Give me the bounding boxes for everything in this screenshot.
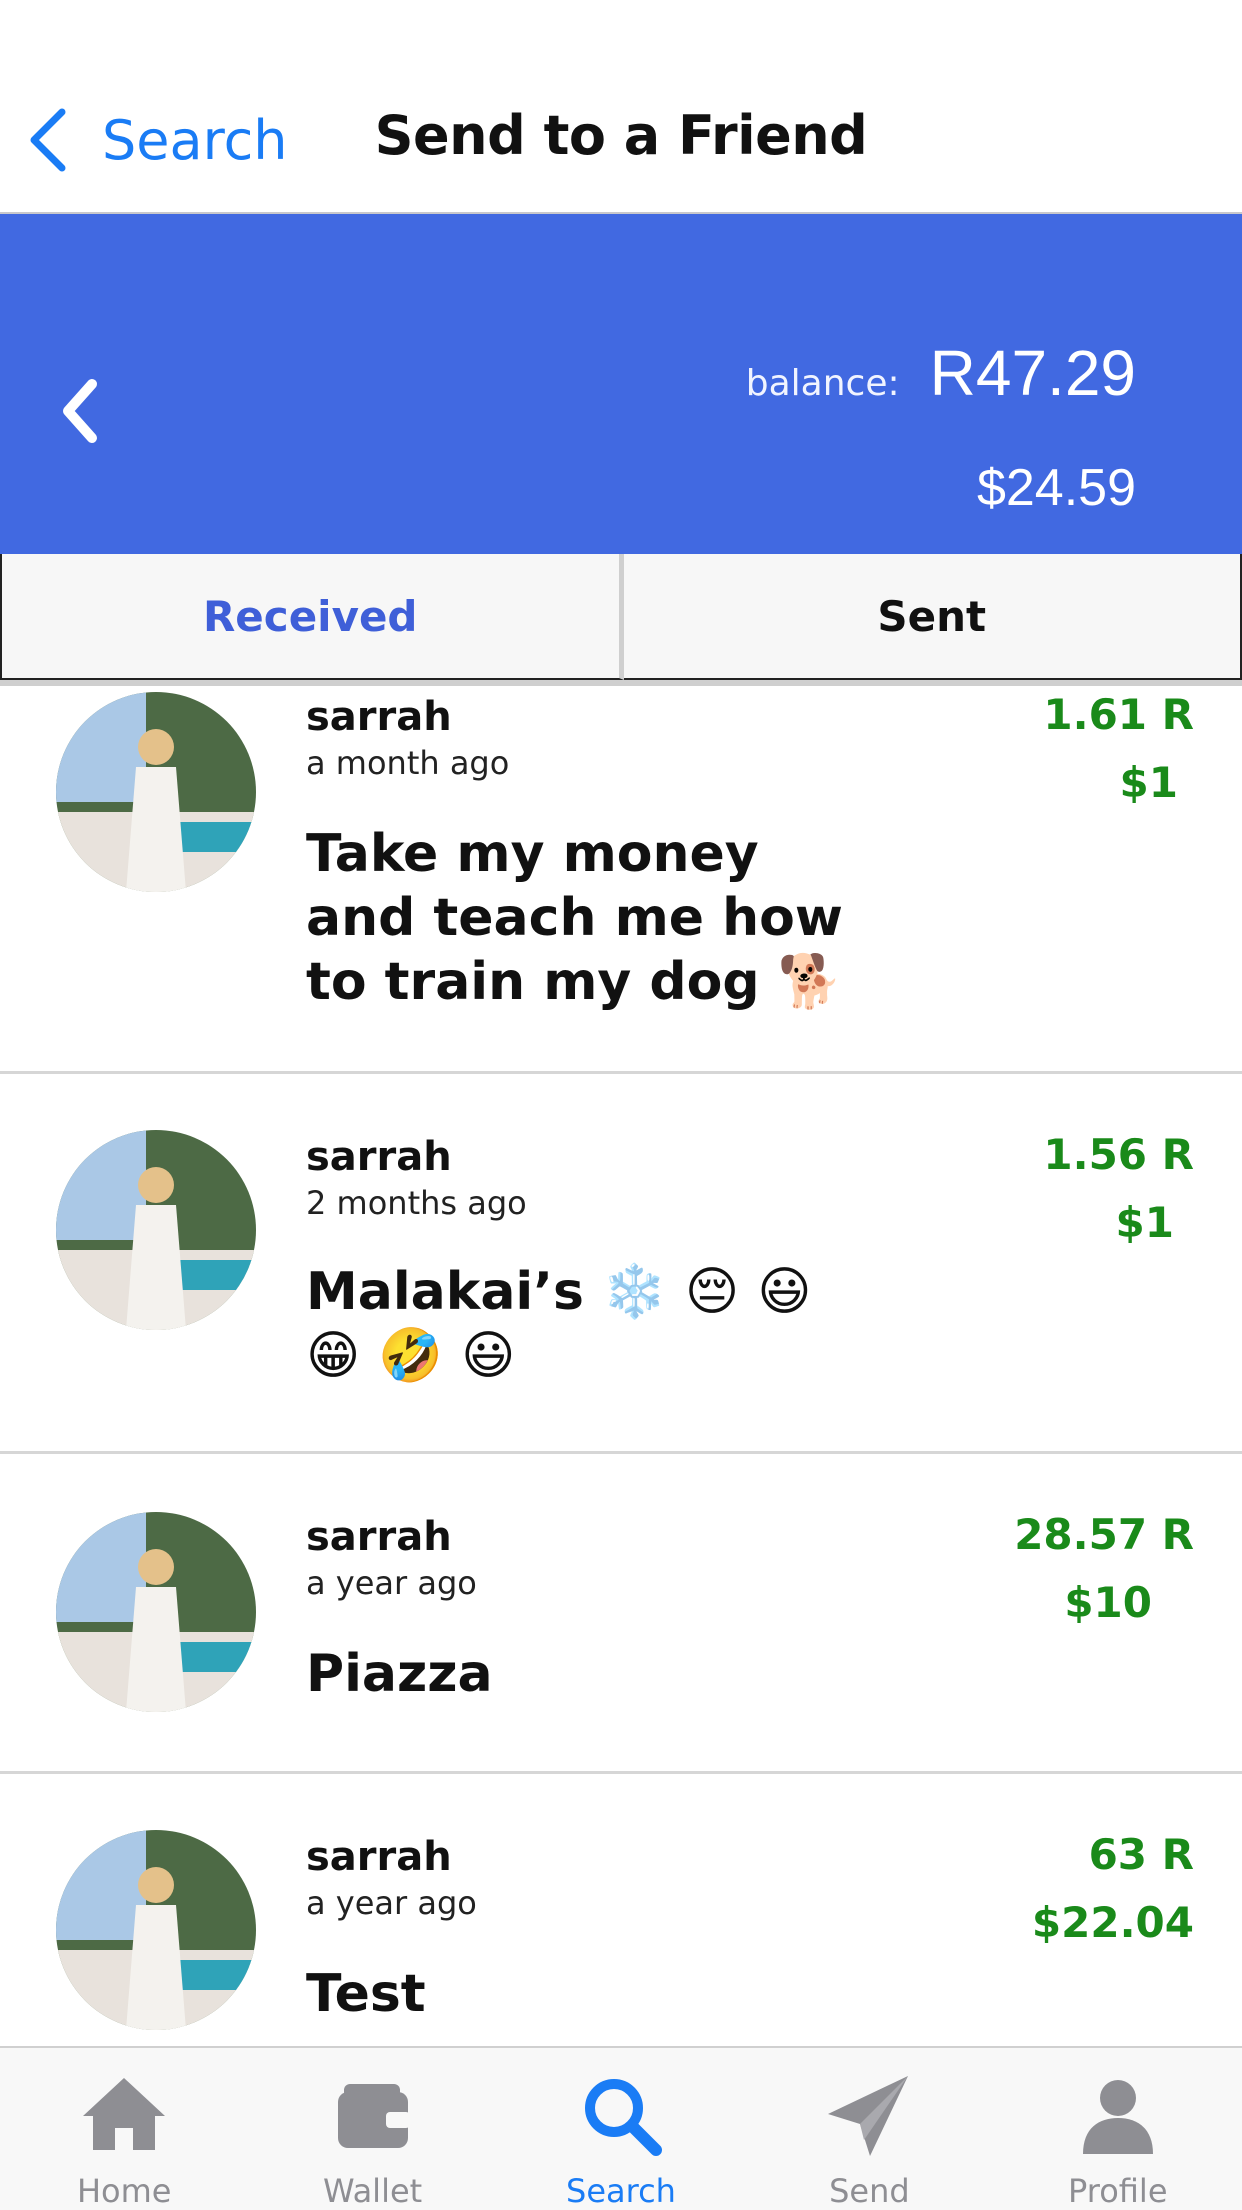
tab-bar: Home Wallet Search Send Profile: [0, 2046, 1242, 2210]
search-icon: [576, 2070, 666, 2160]
tab-home[interactable]: Home: [0, 2048, 248, 2210]
sender-name: sarrah: [306, 1834, 452, 1880]
avatar: [56, 1512, 256, 1712]
home-icon: [79, 2070, 169, 2160]
amount-rand: 28.57 R: [1014, 1510, 1194, 1559]
tab-label: Profile: [994, 2172, 1242, 2210]
send-icon: [824, 2070, 914, 2160]
list-item[interactable]: sarrah 2 months ago Malakai’s ❄️ 😔 😃 😁 🤣…: [0, 1074, 1242, 1454]
tab-sent[interactable]: Sent: [624, 554, 1242, 680]
page-title: Send to a Friend: [0, 104, 1242, 167]
navigation-bar: Search Send to a Friend: [0, 0, 1242, 214]
sender-name: sarrah: [306, 1134, 452, 1180]
tab-search[interactable]: Search: [497, 2048, 745, 2210]
timestamp: a month ago: [306, 744, 509, 782]
avatar: [56, 1130, 256, 1330]
timestamp: 2 months ago: [306, 1184, 527, 1222]
avatar: [56, 692, 256, 892]
amount-usd: $10: [1064, 1578, 1152, 1627]
balance-amount: R47.29: [930, 336, 1136, 410]
message-text: Take my money and teach me how to train …: [306, 822, 866, 1014]
sender-name: sarrah: [306, 694, 452, 740]
tab-label: Wallet: [248, 2172, 496, 2210]
tab-label: Search: [497, 2172, 745, 2210]
message-text: Malakai’s ❄️ 😔 😃 😁 🤣 😃: [306, 1260, 866, 1388]
profile-icon: [1073, 2070, 1163, 2160]
tab-label: Send: [745, 2172, 993, 2210]
balance-row: balance: R47.29: [746, 336, 1136, 410]
tab-label: Home: [0, 2172, 248, 2210]
message-text: Test: [306, 1962, 866, 2026]
list-item[interactable]: sarrah a month ago Take my money and tea…: [0, 686, 1242, 1074]
balance-label: balance:: [746, 363, 900, 404]
timestamp: a year ago: [306, 1564, 477, 1602]
amount-usd: $1: [1116, 1198, 1174, 1247]
tab-received[interactable]: Received: [0, 554, 624, 680]
amount-rand: 1.56 R: [1043, 1130, 1194, 1179]
tab-send[interactable]: Send: [745, 2048, 993, 2210]
tab-wallet[interactable]: Wallet: [248, 2048, 496, 2210]
tab-profile[interactable]: Profile: [994, 2048, 1242, 2210]
chevron-left-icon[interactable]: [58, 376, 102, 446]
balance-panel: balance: R47.29 $24.59: [0, 214, 1242, 554]
list-item[interactable]: sarrah a year ago Test 63 R $22.04: [0, 1774, 1242, 2048]
amount-rand: 63 R: [1089, 1830, 1194, 1879]
amount-usd: $22.04: [1032, 1898, 1194, 1947]
amount-rand: 1.61 R: [1043, 690, 1194, 739]
avatar: [56, 1830, 256, 2030]
segment-tabs: Received Sent: [0, 554, 1242, 686]
amount-usd: $1: [1120, 758, 1178, 807]
sender-name: sarrah: [306, 1514, 452, 1560]
wallet-icon: [328, 2070, 418, 2160]
timestamp: a year ago: [306, 1884, 477, 1922]
message-text: Piazza: [306, 1642, 866, 1706]
list-item[interactable]: sarrah a year ago Piazza 28.57 R $10: [0, 1454, 1242, 1774]
balance-usd: $24.59: [977, 458, 1136, 518]
transaction-list[interactable]: sarrah a month ago Take my money and tea…: [0, 686, 1242, 2048]
